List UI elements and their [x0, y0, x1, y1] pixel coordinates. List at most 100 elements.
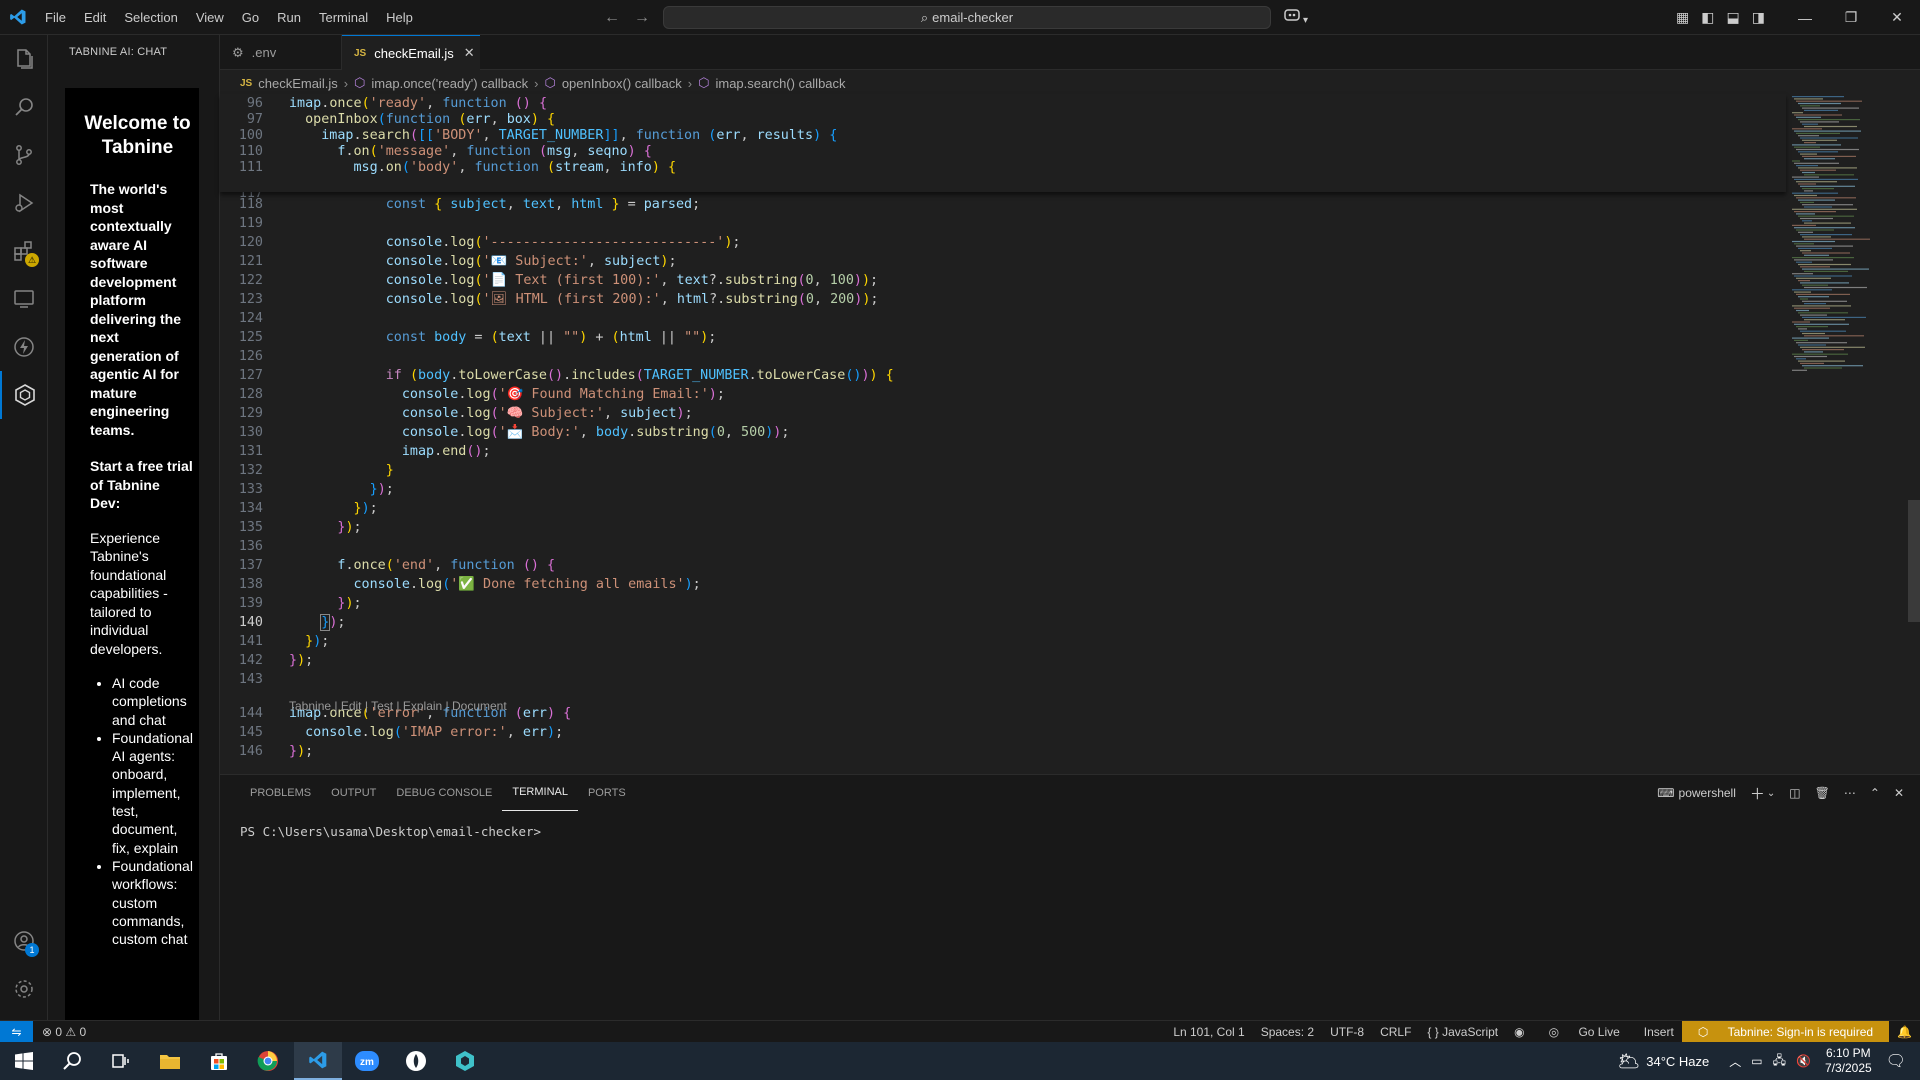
network-icon[interactable]: 🖧	[1773, 1051, 1786, 1072]
code-line[interactable]: });	[289, 614, 345, 631]
sticky-code-line[interactable]: openInbox(function (err, box) {	[289, 112, 555, 127]
code-line[interactable]: console.log('🧠 Subject:', subject);	[289, 406, 693, 421]
source-control-icon[interactable]	[0, 131, 48, 179]
code-line[interactable]: console.log('🖼 HTML (first 200):', html?…	[289, 292, 879, 307]
code-line[interactable]: if (body.toLowerCase().includes(TARGET_N…	[289, 368, 894, 383]
windows-start-icon[interactable]	[0, 1042, 48, 1080]
back-arrow-icon[interactable]: ←	[604, 0, 620, 35]
tabnine-welcome-panel[interactable]: Welcome to Tabnine The world's most cont…	[65, 88, 199, 1020]
chevron-down-icon[interactable]: ⌄	[1767, 788, 1775, 799]
indentation[interactable]: Spaces: 2	[1253, 1025, 1322, 1039]
code-line[interactable]: });	[289, 653, 313, 668]
code-line[interactable]: });	[289, 482, 394, 497]
menu-selection[interactable]: Selection	[115, 0, 186, 35]
code-line[interactable]: });	[289, 596, 361, 611]
vscode-taskbar-icon[interactable]	[294, 1042, 342, 1080]
tab-ports[interactable]: PORTS	[578, 775, 636, 811]
editor-scrollbar[interactable]	[1908, 500, 1920, 622]
notifications-bell-icon[interactable]: 🔔	[1889, 1025, 1920, 1039]
search-icon[interactable]	[0, 83, 48, 131]
weather-text[interactable]: 34°C Haze	[1646, 1054, 1709, 1069]
code-line[interactable]: console.log('✅ Done fetching all emails'…	[289, 577, 701, 592]
code-line[interactable]: console.log('---------------------------…	[289, 235, 741, 250]
volume-icon[interactable]: 🔇	[1796, 1054, 1811, 1068]
sticky-code-line[interactable]: imap.search([['BODY', TARGET_NUMBER]], f…	[289, 128, 837, 143]
notifications-icon[interactable]: 🗨	[1886, 1051, 1906, 1071]
tab-debug-console[interactable]: DEBUG CONSOLE	[386, 775, 502, 811]
code-line[interactable]: console.log('🎯 Found Matching Email:');	[289, 387, 725, 402]
tab-terminal[interactable]: TERMINAL	[502, 775, 578, 811]
code-line[interactable]: });	[289, 501, 378, 516]
breadcrumb-item[interactable]: checkEmail.js	[258, 76, 337, 91]
menu-view[interactable]: View	[187, 0, 233, 35]
code-line[interactable]: f.once('end', function () {	[289, 558, 555, 573]
code-line[interactable]: imap.end();	[289, 444, 491, 459]
tabnine-icon[interactable]	[0, 371, 48, 419]
extensions-icon[interactable]: ⚠	[0, 227, 48, 275]
menu-terminal[interactable]: Terminal	[310, 0, 377, 35]
new-terminal-icon[interactable]: ＋	[1750, 783, 1765, 804]
toggle-panel-icon[interactable]: ⬓	[1726, 0, 1739, 35]
tab-env[interactable]: ⚙ .env	[220, 35, 342, 70]
code-line[interactable]: console.log('📩 Body:', body.substring(0,…	[289, 425, 790, 440]
sticky-code-line[interactable]: f.on('message', function (msg, seqno) {	[289, 144, 651, 159]
more-actions-icon[interactable]: ⋯	[1844, 786, 1856, 800]
sticky-code-line[interactable]: imap.once('ready', function () {	[289, 96, 547, 111]
chrome-icon[interactable]	[244, 1042, 292, 1080]
restore-icon[interactable]: ❐	[1828, 0, 1874, 35]
code-line[interactable]: const body = (text || "") + (html || "")…	[289, 330, 717, 345]
code-line[interactable]: });	[289, 634, 329, 649]
forward-arrow-icon[interactable]: →	[634, 0, 650, 35]
manage-gear-icon[interactable]	[0, 965, 48, 1013]
maximize-panel-icon[interactable]: ⌃	[1870, 786, 1880, 800]
toggle-primary-sidebar-icon[interactable]: ◧	[1701, 0, 1714, 35]
close-panel-icon[interactable]: ✕	[1894, 786, 1904, 800]
code-line[interactable]: });	[289, 520, 361, 535]
problems-status[interactable]: ⊗ 0 ⚠ 0	[42, 1021, 86, 1043]
minimize-icon[interactable]: —	[1782, 0, 1828, 35]
breadcrumb-item[interactable]: imap.once('ready') callback	[371, 76, 528, 91]
go-live-button[interactable]: ◎ Go Live	[1533, 1025, 1636, 1039]
app-icon[interactable]	[392, 1042, 440, 1080]
chevron-up-icon[interactable]: ︿	[1729, 1053, 1741, 1070]
tab-problems[interactable]: PROBLEMS	[240, 775, 321, 811]
explorer-icon[interactable]	[0, 35, 48, 83]
line-ending[interactable]: CRLF	[1372, 1025, 1419, 1039]
sticky-scroll[interactable]: 96 imap.once('ready', function () {97 ope…	[220, 94, 1786, 192]
menu-edit[interactable]: Edit	[75, 0, 115, 35]
encoding[interactable]: UTF-8	[1322, 1025, 1372, 1039]
menu-go[interactable]: Go	[233, 0, 268, 35]
copilot-icon[interactable]: ▾	[1283, 7, 1308, 26]
breadcrumb-item[interactable]: openInbox() callback	[562, 76, 682, 91]
search-icon[interactable]	[48, 1042, 96, 1080]
file-explorer-icon[interactable]	[146, 1042, 194, 1080]
accounts-icon[interactable]: 1	[0, 917, 48, 965]
tabnine-status[interactable]: ⬡ Tabnine: Sign-in is required	[1681, 1021, 1890, 1043]
tabnine-codelens[interactable]: Tabnine | Edit | Test | Explain | Docume…	[289, 699, 507, 713]
code-line[interactable]: const { subject, text, html } = parsed;	[289, 197, 700, 212]
run-debug-icon[interactable]	[0, 179, 48, 227]
tab-checkemail[interactable]: JS checkEmail.js ✕	[342, 35, 480, 70]
terminal-shell-label[interactable]: powershell	[1679, 786, 1736, 800]
close-icon[interactable]: ✕	[1874, 0, 1920, 35]
close-tab-icon[interactable]: ✕	[464, 45, 475, 61]
code-line[interactable]: }	[289, 463, 394, 478]
code-line[interactable]: console.log('📧 Subject:', subject);	[289, 254, 677, 269]
minimap[interactable]	[1786, 94, 1904, 774]
remote-indicator-icon[interactable]: ⇋	[0, 1021, 33, 1043]
task-view-icon[interactable]	[96, 1042, 144, 1080]
code-editor[interactable]: 96 imap.once('ready', function () {97 ope…	[220, 94, 1786, 774]
breadcrumb-item[interactable]: imap.search() callback	[715, 76, 845, 91]
battery-icon[interactable]: ▭	[1751, 1054, 1762, 1068]
sticky-code-line[interactable]: msg.on('body', function (stream, info) {	[289, 160, 677, 175]
customize-layout-icon[interactable]: ▦	[1676, 0, 1689, 35]
clock[interactable]: 6:10 PM 7/3/2025	[1825, 1046, 1872, 1076]
menu-file[interactable]: File	[36, 0, 75, 35]
trash-icon[interactable]: 🗑	[1815, 786, 1830, 800]
code-line[interactable]: });	[289, 744, 313, 759]
editor-mode[interactable]: Insert	[1636, 1025, 1682, 1039]
tab-output[interactable]: OUTPUT	[321, 775, 386, 811]
microsoft-store-icon[interactable]	[195, 1042, 243, 1080]
remote-explorer-icon[interactable]	[0, 275, 48, 323]
menu-help[interactable]: Help	[377, 0, 422, 35]
